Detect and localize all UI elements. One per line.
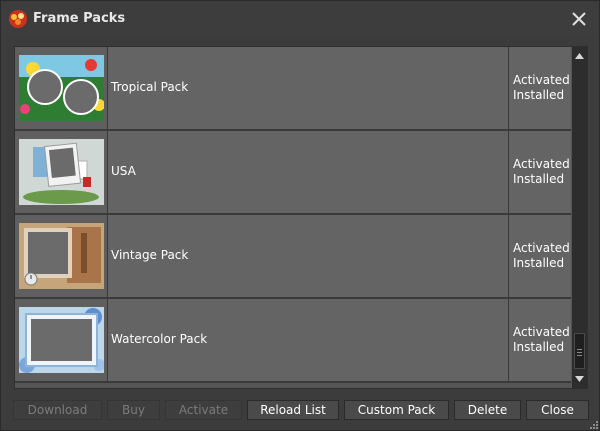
- vertical-scrollbar[interactable]: [572, 47, 587, 388]
- pack-name: Watercolor Pack: [111, 332, 208, 346]
- frame-packs-window: Frame Packs Tropical Pack Activated Inst…: [0, 0, 600, 431]
- status-installed: Installed: [513, 172, 565, 186]
- triangle-down-icon[interactable]: [572, 372, 587, 386]
- vintage-pack-thumbnail: [19, 223, 104, 289]
- status-installed: Installed: [513, 256, 565, 270]
- status-cell: Activated Installed: [508, 215, 572, 297]
- status-cell: Activated Installed: [508, 131, 572, 213]
- window-title: Frame Packs: [33, 11, 126, 26]
- thumbnail-cell: [15, 47, 108, 129]
- status-cell: Activated Installed: [508, 299, 572, 381]
- list-item[interactable]: USA Activated Installed: [15, 131, 571, 215]
- delete-button[interactable]: Delete: [454, 400, 521, 420]
- status-activated: Activated: [513, 157, 570, 171]
- list-item[interactable]: Vintage Pack Activated Installed: [15, 215, 571, 299]
- status-installed: Installed: [513, 88, 565, 102]
- status-activated: Activated: [513, 73, 570, 87]
- reload-list-button[interactable]: Reload List: [247, 400, 339, 420]
- status-installed: Installed: [513, 340, 565, 354]
- list-item[interactable]: Tropical Pack Activated Installed: [15, 47, 571, 131]
- close-x-icon[interactable]: [567, 7, 591, 31]
- watercolor-pack-thumbnail: [19, 307, 104, 373]
- scrollbar-thumb[interactable]: [574, 333, 585, 369]
- activate-button[interactable]: Activate: [165, 400, 242, 420]
- download-button[interactable]: Download: [13, 400, 102, 420]
- title-bar[interactable]: Frame Packs: [1, 1, 599, 37]
- thumbnail-cell: [15, 299, 108, 381]
- pack-name: USA: [111, 164, 136, 178]
- triangle-up-icon[interactable]: [572, 49, 587, 63]
- resize-grip-icon[interactable]: [589, 420, 599, 430]
- close-button[interactable]: Close: [526, 400, 589, 420]
- status-activated: Activated: [513, 325, 570, 339]
- pack-name: Tropical Pack: [111, 80, 189, 94]
- tropical-pack-thumbnail: [19, 55, 104, 121]
- status-cell: Activated Installed: [508, 47, 572, 129]
- pack-name: Vintage Pack: [111, 248, 189, 262]
- thumbnail-cell: [15, 215, 108, 297]
- list-item[interactable]: Watercolor Pack Activated Installed: [15, 299, 571, 383]
- thumbnail-cell: [15, 131, 108, 213]
- custom-pack-button[interactable]: Custom Pack: [344, 400, 449, 420]
- usa-pack-thumbnail: [19, 139, 104, 205]
- app-logo-icon: [9, 10, 27, 28]
- frame-pack-list[interactable]: Tropical Pack Activated Installed USA Ac…: [14, 46, 588, 389]
- buy-button[interactable]: Buy: [107, 400, 160, 420]
- status-activated: Activated: [513, 241, 570, 255]
